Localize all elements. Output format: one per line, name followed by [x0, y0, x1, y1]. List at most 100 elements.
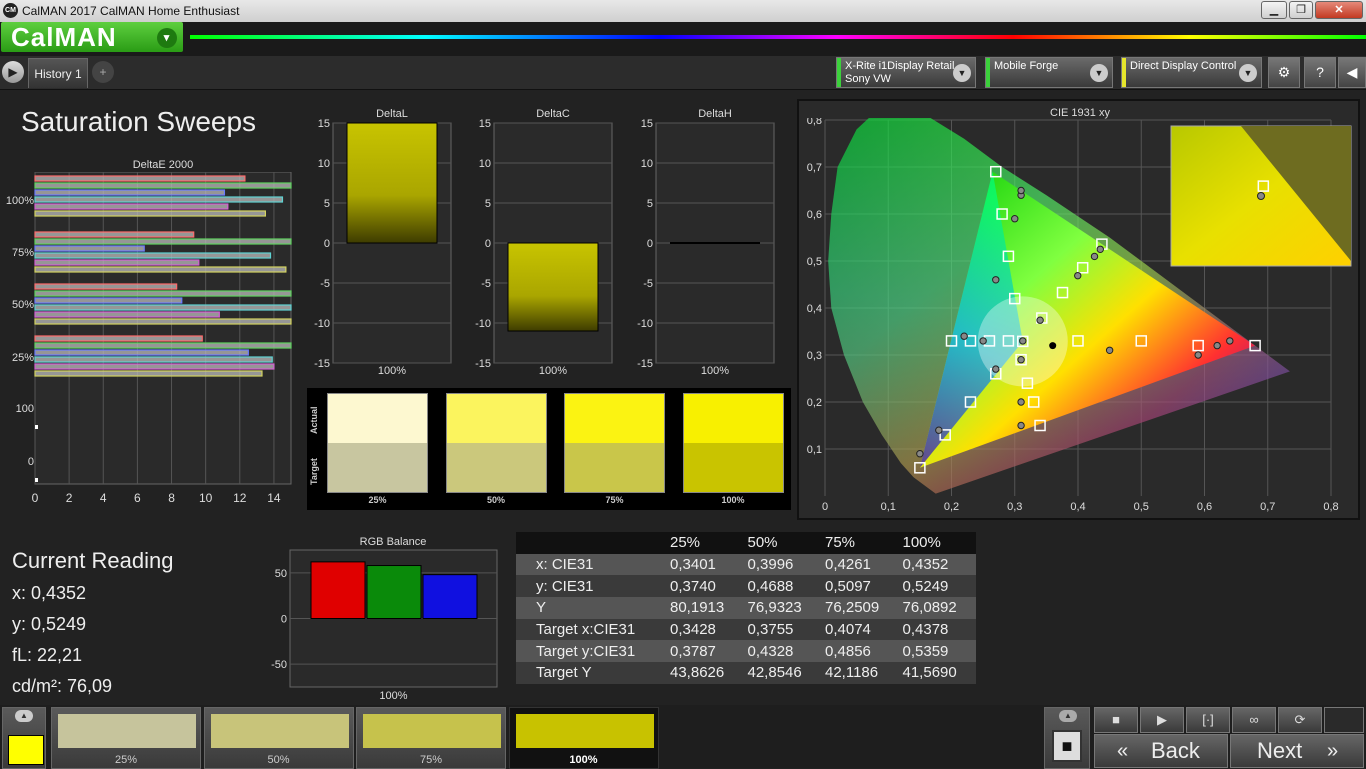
collapse-button[interactable]: ◀ — [1338, 57, 1366, 88]
tick-label: -5 — [481, 278, 491, 290]
measured-point — [992, 365, 1000, 373]
measurement-table: 25% 50% 75% 100% x: CIE31 0,3401 0,3996 0,4… — [516, 532, 976, 684]
step-50%[interactable]: 50% — [203, 707, 354, 769]
tick-label: 0 — [281, 614, 287, 626]
measured-point — [1017, 421, 1025, 430]
table-cell: 80,1913 — [666, 597, 744, 619]
brand-menu-button[interactable]: CalMAN ▾ — [1, 22, 183, 52]
chevron-down-icon: ▾ — [157, 28, 177, 48]
swatch-target — [446, 443, 546, 492]
bar-red — [34, 231, 195, 238]
tick-label: 10 — [199, 491, 213, 505]
table-cell: 0,4378 — [898, 618, 976, 641]
device-meter[interactable]: X-Rite i1Display Retail Sony VW ▼ — [836, 57, 976, 88]
spectrum-bar — [190, 35, 1366, 39]
tick-label: 0,8 — [807, 118, 822, 127]
minimize-button[interactable]: ▁ — [1261, 1, 1287, 19]
device-display[interactable]: Direct Display Control ▼ — [1121, 57, 1262, 88]
table-row: y: CIE31 0,3740 0,4688 0,5097 0,5249 — [516, 575, 976, 598]
reading-cd: cd/m²: 76,09 — [12, 676, 113, 696]
swatch-actual — [446, 394, 546, 443]
step-25%[interactable]: 25% — [51, 707, 201, 769]
swatch-actual — [683, 394, 783, 443]
reading-y: y: 0,5249 — [12, 614, 87, 634]
table-row: x: CIE31 0,3401 0,3996 0,4261 0,4352 — [516, 553, 976, 576]
back-button[interactable]: « Back — [1094, 734, 1228, 768]
tick-label: -15 — [637, 358, 653, 370]
group-label: 100 — [16, 403, 34, 415]
step-label: 50% — [267, 754, 290, 766]
step-label: 25% — [114, 754, 138, 766]
tick-label: -15 — [475, 358, 491, 370]
measure-button[interactable]: [·] — [1186, 707, 1230, 733]
swatch-target — [328, 443, 427, 492]
add-tab-button[interactable]: + — [92, 61, 114, 83]
measured-point — [992, 276, 1000, 284]
refresh-button[interactable]: ⟳ — [1278, 707, 1322, 733]
forward-icon[interactable]: ▶ — [2, 61, 24, 83]
bar-cyan — [34, 304, 292, 311]
tick-label: 0,4 — [1070, 501, 1085, 513]
loop-button[interactable]: ∞ — [1232, 707, 1276, 733]
actual-label: Actual — [309, 406, 319, 434]
maximize-button[interactable]: ❐ — [1289, 1, 1313, 19]
tick-label: 10 — [318, 158, 330, 170]
measured-point — [1019, 337, 1027, 345]
stop-button[interactable]: ■ — [1052, 730, 1082, 762]
tick-label: 0 — [32, 491, 39, 505]
tick-label: 0 — [822, 501, 828, 513]
tick-label: 10 — [479, 158, 491, 170]
inset-measured-point — [1257, 192, 1265, 200]
tick-label: -10 — [475, 318, 491, 330]
bar-B — [422, 574, 478, 619]
bar-cyan — [34, 356, 273, 363]
bar-R — [310, 561, 366, 619]
swatch-100% — [682, 393, 784, 493]
tab-history[interactable]: History 1 — [28, 58, 88, 88]
close-button[interactable]: ✕ — [1315, 1, 1363, 19]
deltac-chart: 15 10 5 0 -5 -10 -15 100% — [475, 118, 613, 377]
next-button[interactable]: Next » — [1230, 734, 1364, 768]
table-corner — [516, 532, 666, 554]
table-cell: 0,5249 — [898, 575, 976, 598]
measured-point — [960, 332, 968, 340]
bar-red — [34, 335, 203, 342]
group-label: 100% — [6, 195, 34, 207]
settings-button[interactable]: ⚙ — [1268, 57, 1300, 88]
swatch-actual — [328, 394, 427, 443]
bar-blue — [34, 189, 226, 196]
stop-measure-button[interactable]: ■ — [1094, 707, 1138, 733]
table-row: Target y:CIE31 0,3787 0,4328 0,4856 0,5359 — [516, 640, 976, 663]
tick-label: 0,3 — [1007, 501, 1022, 513]
row-label: Target y:CIE31 — [516, 640, 666, 663]
chevron-down-icon: ▼ — [953, 64, 971, 82]
row-label: Target Y — [516, 662, 666, 684]
play-button[interactable]: ▶ — [1140, 707, 1184, 733]
step-label: 75% — [419, 754, 443, 766]
current-reading-heading: Current Reading — [12, 548, 174, 573]
chevron-up-icon[interactable]: ▲ — [15, 710, 33, 722]
bar-magenta — [34, 311, 220, 318]
step-75%[interactable]: 75% — [356, 707, 506, 769]
chevron-up-icon[interactable]: ▲ — [1059, 710, 1077, 722]
step-100%[interactable]: 100% — [508, 707, 659, 769]
tick-label: 15 — [479, 118, 491, 130]
help-button[interactable]: ? — [1304, 57, 1336, 88]
swatch-label: 100% — [721, 495, 745, 505]
tick-label: 0,5 — [1134, 501, 1149, 513]
device-source[interactable]: Mobile Forge ▼ — [985, 57, 1113, 88]
table-cell: 0,4261 — [821, 553, 899, 576]
table-cell: 0,4688 — [743, 575, 821, 598]
marker — [35, 478, 38, 482]
table-cell: 0,4352 — [898, 553, 976, 576]
tick-label: 5 — [485, 198, 491, 210]
table-cell: 76,2509 — [821, 597, 899, 619]
window-title-bar: CM CalMAN 2017 CalMAN Home Enthusiast ▁ … — [0, 0, 1366, 22]
tick-label: 15 — [318, 118, 330, 130]
deltae-chart: 0 2 4 6 8 10 12 14 100% 75% 50% 25% 100 0 — [6, 172, 292, 505]
bar-red — [34, 283, 178, 290]
window-title: CalMAN 2017 CalMAN Home Enthusiast — [22, 4, 240, 18]
tick-label: 0,2 — [807, 397, 822, 409]
table-cell: 76,9323 — [743, 597, 821, 619]
gear-icon: ⚙ — [1277, 64, 1291, 80]
